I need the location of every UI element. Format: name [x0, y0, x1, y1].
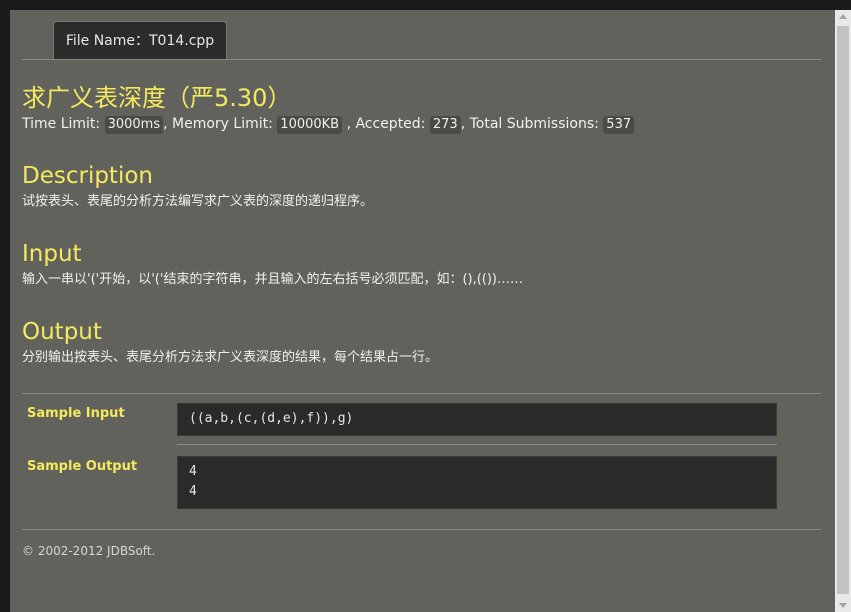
- problem-page: File Name：T014.cpp 求广义表深度（严5.30） Time Li…: [10, 10, 835, 612]
- sample-input-label: Sample Input: [27, 406, 125, 421]
- samples-inner-divider: [177, 444, 777, 445]
- output-heading: Output: [22, 319, 102, 345]
- problem-limits: Time Limit: 3000ms, Memory Limit: 10000K…: [22, 114, 635, 134]
- scroll-thumb[interactable]: [837, 26, 849, 594]
- samples-divider: [22, 393, 821, 394]
- output-text: 分别输出按表头、表尾分析方法求广义表深度的结果，每个结果占一行。: [22, 350, 439, 365]
- browser-window: File Name：T014.cpp 求广义表深度（严5.30） Time Li…: [0, 0, 851, 612]
- sample-output-label: Sample Output: [27, 459, 138, 474]
- memory-limit-label: , Memory Limit:: [163, 116, 273, 132]
- footer-copyright: © 2002-2012 JDBSoft.: [22, 544, 156, 558]
- time-limit-badge: 3000ms: [104, 116, 164, 134]
- memory-limit-badge: 10000KB: [277, 116, 343, 134]
- time-limit-label: Time Limit:: [22, 116, 101, 132]
- scroll-down-arrow-icon[interactable]: [839, 603, 847, 608]
- vertical-scrollbar[interactable]: [835, 10, 851, 612]
- description-heading: Description: [22, 163, 153, 189]
- description-text: 试按表头、表尾的分析方法编写求广义表的深度的递归程序。: [22, 194, 374, 209]
- accepted-badge: 273: [429, 116, 461, 134]
- submissions-label: , Total Submissions:: [460, 116, 599, 132]
- input-heading: Input: [22, 241, 82, 267]
- accepted-label: , Accepted:: [346, 116, 426, 132]
- scroll-up-arrow-icon[interactable]: [839, 14, 847, 19]
- sample-output-box[interactable]: 4 4: [177, 456, 777, 509]
- submissions-badge: 537: [603, 116, 635, 134]
- tab-file-name[interactable]: File Name：T014.cpp: [53, 21, 227, 59]
- tab-divider: [22, 59, 821, 60]
- page-title: 求广义表深度（严5.30）: [22, 84, 292, 112]
- footer-divider: [22, 529, 821, 530]
- input-text: 输入一串以'('开始，以'('结束的字符串，并且输入的左右括号必须匹配，如：()…: [22, 272, 524, 287]
- sample-input-box[interactable]: ((a,b,(c,(d,e),f)),g): [177, 403, 777, 436]
